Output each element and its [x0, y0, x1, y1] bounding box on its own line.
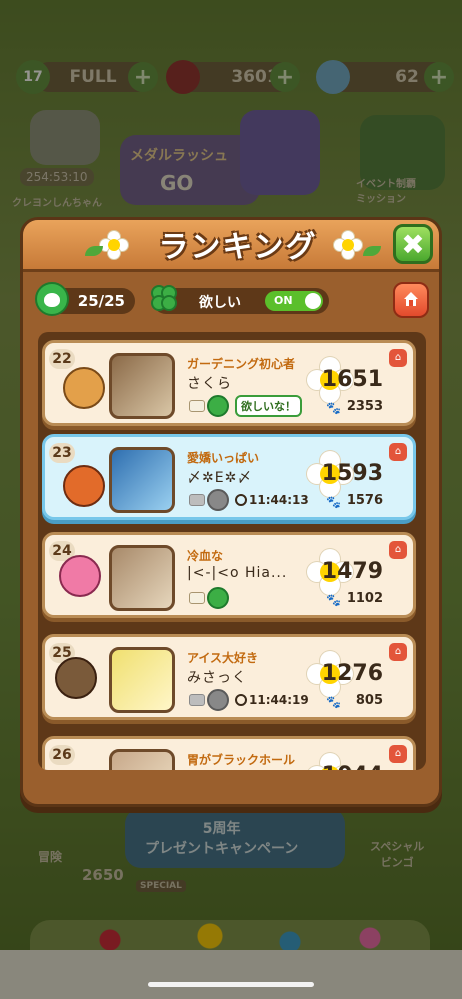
- clock-icon: [235, 694, 247, 706]
- rank-number: 23: [49, 443, 75, 463]
- ranking-row[interactable]: 22 ガーデニング初心者 さくら 欲しいな！ 1651 🐾 2353 ⌂: [38, 340, 426, 432]
- red-panda-character-icon: [63, 465, 105, 507]
- rank-number: 26: [49, 745, 75, 765]
- home-button[interactable]: [393, 282, 429, 318]
- player-title: 冷血な: [187, 549, 224, 563]
- player-name: さくら: [187, 376, 232, 392]
- profile-photo[interactable]: [109, 353, 175, 419]
- clover-heart-icon: [207, 587, 229, 609]
- visit-home-icon[interactable]: ⌂: [389, 643, 407, 661]
- paw-icon: 🐾: [326, 401, 341, 415]
- rank-number: 22: [49, 349, 75, 369]
- profile-photo[interactable]: [109, 545, 175, 611]
- ranking-row[interactable]: 24 冷血な |<-|<o Hia... 1479 🐾 1102 ⌂: [38, 532, 426, 624]
- cooldown-timer: 11:44:19: [235, 693, 309, 707]
- pink-character-icon: [59, 555, 101, 597]
- paw-icon: 🐾: [326, 495, 341, 509]
- clover-heart-icon: [207, 489, 229, 511]
- clover-heart-icon: [207, 395, 229, 417]
- flower-right-icon: [333, 230, 363, 260]
- heart-count: 25/25: [77, 292, 125, 310]
- toggle-state: ON: [274, 294, 293, 307]
- paw-score: 1576: [346, 493, 383, 508]
- visit-home-icon[interactable]: ⌂: [389, 443, 407, 461]
- send-heart-area[interactable]: [189, 587, 229, 609]
- player-title: 愛嬌いっぱい: [187, 451, 260, 465]
- send-heart-area[interactable]: 欲しいな！: [189, 395, 302, 417]
- player-title: アイス大好き: [187, 651, 259, 665]
- profile-avatar[interactable]: [109, 647, 175, 713]
- want-tag: 欲しいな！: [235, 395, 302, 417]
- toggle-knob: [305, 293, 321, 309]
- paw-icon: 🐾: [326, 695, 341, 709]
- paw-score: 2353: [346, 399, 383, 414]
- want-label: 欲しい: [199, 295, 241, 311]
- send-heart-area: 11:44:19: [189, 689, 309, 711]
- ranking-dialog: ランキング ✖ 25/25 欲しい ON 22 ガーデニング初心者 さくら 欲し…: [20, 217, 442, 807]
- ranking-row[interactable]: 25 アイス大好き みさっく 11:44:19 1276 🐾 805 ⌂: [38, 634, 426, 726]
- send-arrow-icon: [189, 494, 205, 506]
- clover-heart-icon: [207, 689, 229, 711]
- home-indicator[interactable]: [148, 982, 314, 987]
- player-title: 胃がブラックホール: [187, 753, 296, 767]
- visit-home-icon[interactable]: ⌂: [389, 541, 407, 559]
- shiba-character-icon: [63, 367, 105, 409]
- player-name: 〆✲E✲〆: [187, 470, 253, 486]
- clover-icon: [147, 282, 181, 316]
- heart-character-icon: [35, 282, 69, 316]
- profile-photo[interactable]: [109, 447, 175, 513]
- send-arrow-icon: [189, 400, 205, 412]
- profile-photo[interactable]: [109, 749, 175, 770]
- paw-icon: 🐾: [326, 593, 341, 607]
- heart-count-pill: 25/25: [35, 282, 135, 316]
- home-icon: [404, 292, 418, 306]
- player-title: ガーデニング初心者: [187, 357, 296, 371]
- ranking-list[interactable]: 22 ガーデニング初心者 さくら 欲しいな！ 1651 🐾 2353 ⌂ 23 …: [38, 332, 426, 770]
- ranking-row-self[interactable]: 23 愛嬌いっぱい 〆✲E✲〆 11:44:13 1593 🐾 1576 ⌂: [38, 434, 426, 526]
- ranking-header: ランキング ✖: [23, 220, 439, 272]
- visit-home-icon[interactable]: ⌂: [389, 745, 407, 763]
- score-value: 1651: [321, 367, 383, 392]
- visit-home-icon[interactable]: ⌂: [389, 349, 407, 367]
- clock-icon: [235, 494, 247, 506]
- want-hearts-pill: 欲しい ON: [151, 285, 329, 314]
- close-button[interactable]: ✖: [393, 224, 433, 264]
- ranking-toolbar: 25/25 欲しい ON: [35, 282, 431, 322]
- score-value: 1479: [321, 559, 383, 584]
- score-value: 1276: [321, 661, 383, 686]
- send-arrow-icon: [189, 694, 205, 706]
- send-heart-area: 11:44:13: [189, 489, 309, 511]
- cooldown-timer: 11:44:13: [235, 493, 309, 507]
- send-arrow-icon: [189, 592, 205, 604]
- player-name: みさっく: [187, 670, 247, 686]
- player-name: |<-|<o Hia...: [187, 565, 288, 581]
- score-value: 1044: [322, 763, 383, 770]
- want-toggle[interactable]: ON: [265, 291, 323, 311]
- paw-score: 1102: [346, 591, 383, 606]
- ranking-title: ランキング: [158, 230, 318, 265]
- paw-score: 805: [355, 693, 383, 708]
- close-icon: ✖: [401, 227, 425, 261]
- monkey-character-icon: [55, 657, 97, 699]
- ranking-row[interactable]: 26 胃がブラックホール 1044 ⌂: [38, 736, 426, 770]
- score-value: 1593: [321, 461, 383, 486]
